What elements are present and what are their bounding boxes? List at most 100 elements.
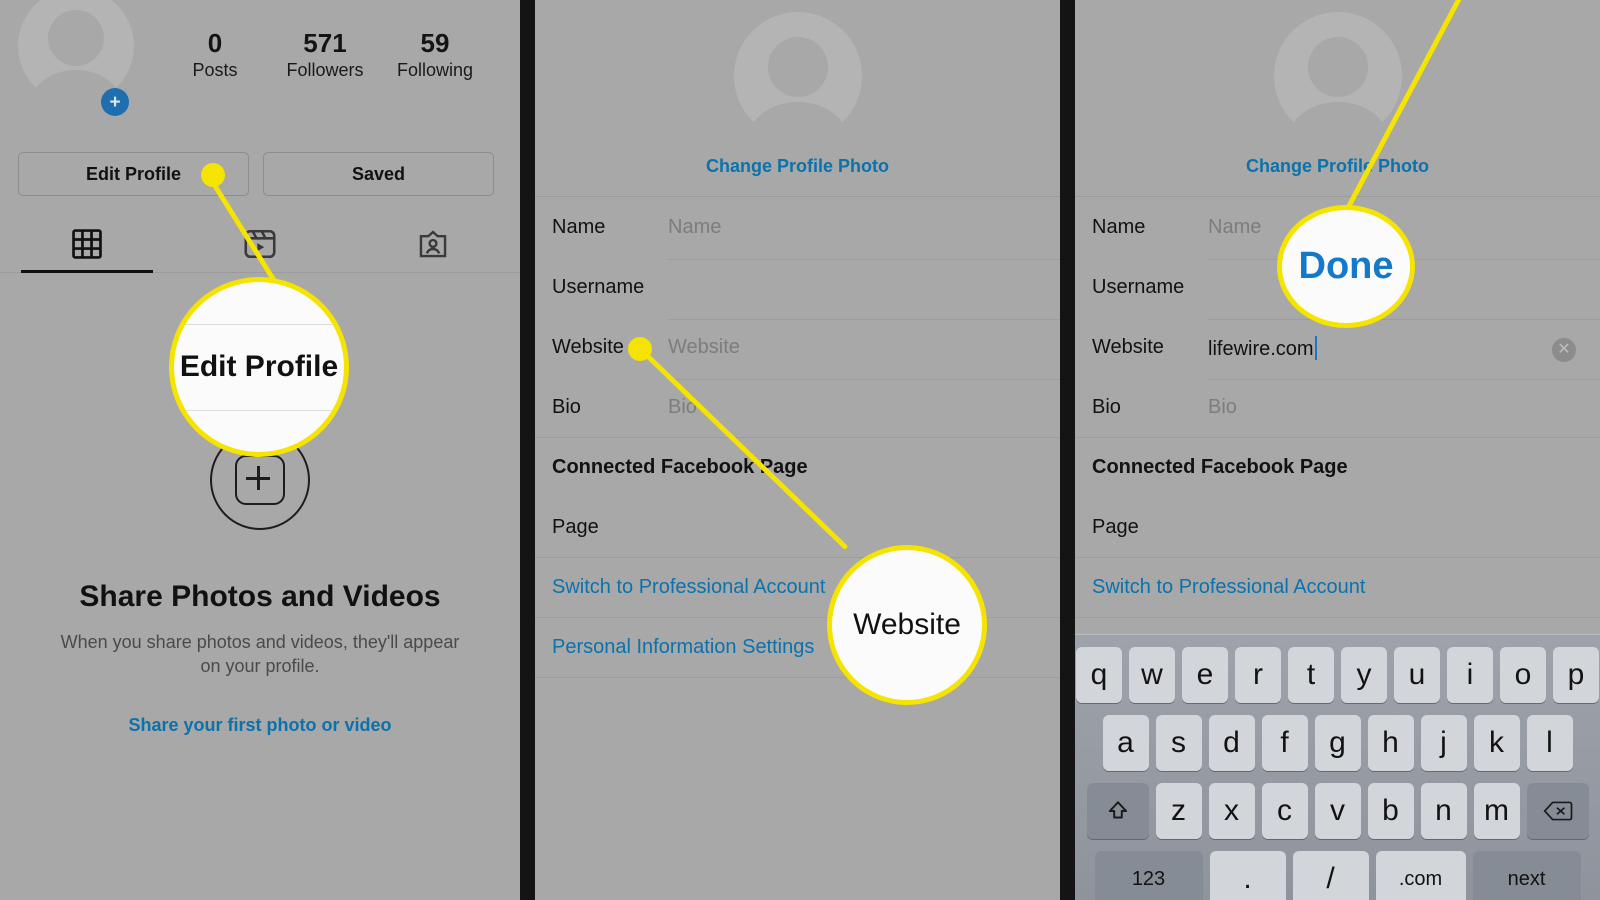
key-h[interactable]: h (1367, 715, 1414, 771)
callout-text: Done (1298, 245, 1394, 287)
stat-following-label: Following (396, 60, 474, 81)
field-value-bio: Bio (1208, 396, 1237, 418)
plus-square-icon (235, 455, 285, 505)
text-caret (1314, 336, 1317, 360)
stat-posts[interactable]: 0 Posts (160, 28, 270, 84)
switch-to-professional-account-link[interactable]: Switch to Professional Account (552, 576, 825, 599)
field-label-website: Website (1092, 336, 1164, 358)
profile-stats: 0 Posts 571 Followers 59 Following (160, 28, 490, 84)
key-y[interactable]: y (1341, 647, 1387, 703)
field-label-bio: Bio (552, 396, 581, 418)
key-l[interactable]: l (1526, 715, 1573, 771)
key-n[interactable]: n (1420, 783, 1467, 839)
backspace-icon[interactable] (1526, 783, 1589, 839)
saved-button[interactable]: Saved (263, 152, 494, 196)
field-row-bio[interactable]: Bio Bio (535, 380, 1060, 440)
field-label-username: Username (1092, 276, 1185, 298)
callout-text: Edit Profile (179, 350, 339, 383)
callout-edit-profile: Edit Profile (169, 277, 349, 457)
keyboard-row-3: zxcvbnm (1075, 783, 1600, 839)
avatar-head-icon (48, 10, 104, 66)
facebook-page-item[interactable]: Page (552, 516, 599, 539)
keyboard-row-1: qwertyuiop (1075, 647, 1600, 703)
key-f[interactable]: f (1261, 715, 1308, 771)
edit-profile-header: Change Profile Photo (1075, 0, 1600, 197)
facebook-page-item[interactable]: Page (1092, 516, 1139, 539)
key-slash[interactable]: / (1292, 851, 1369, 900)
key-x[interactable]: x (1208, 783, 1255, 839)
key-g[interactable]: g (1314, 715, 1361, 771)
key-period[interactable]: . (1209, 851, 1286, 900)
key-i[interactable]: i (1447, 647, 1493, 703)
key-p[interactable]: p (1553, 647, 1599, 703)
callout-anchor-dot (201, 163, 225, 187)
change-profile-photo-link[interactable]: Change Profile Photo (535, 156, 1060, 177)
field-row-website[interactable]: Website Website (535, 320, 1060, 380)
panel-divider (520, 0, 535, 900)
avatar[interactable] (733, 12, 862, 140)
stat-posts-label: Posts (192, 60, 238, 81)
change-profile-photo-link[interactable]: Change Profile Photo (1075, 156, 1600, 177)
profile-tabbar (0, 216, 520, 273)
profile-empty-state: Share Photos and Videos When you share p… (0, 430, 520, 736)
stat-following[interactable]: 59 Following (380, 29, 490, 84)
key-dotcom[interactable]: .com (1375, 851, 1466, 900)
field-value-name: Name (668, 216, 722, 238)
field-row-website[interactable]: Website lifewire.com ✕ (1075, 320, 1600, 380)
section-divider (1075, 437, 1600, 438)
key-numbers[interactable]: 123 (1094, 851, 1203, 900)
field-label-bio: Bio (1092, 396, 1121, 418)
avatar-head-icon (767, 37, 828, 97)
tagged-icon (420, 230, 447, 258)
key-r[interactable]: r (1235, 647, 1281, 703)
panel-divider (1060, 0, 1075, 900)
section-divider (535, 437, 1060, 438)
field-row-name[interactable]: Name Name (535, 200, 1060, 260)
avatar[interactable] (1273, 12, 1402, 140)
tab-grid[interactable] (0, 216, 173, 273)
key-k[interactable]: k (1473, 715, 1520, 771)
share-first-photo-link[interactable]: Share your first photo or video (0, 715, 520, 736)
key-q[interactable]: q (1076, 647, 1122, 703)
tab-tagged[interactable] (347, 216, 520, 272)
key-z[interactable]: z (1155, 783, 1202, 839)
avatar-body-icon (748, 102, 847, 140)
key-j[interactable]: j (1420, 715, 1467, 771)
field-value-website: Website (668, 336, 740, 358)
key-m[interactable]: m (1473, 783, 1520, 839)
field-label-name: Name (552, 216, 606, 238)
key-e[interactable]: e (1182, 647, 1228, 703)
shift-arrow-icon[interactable] (1086, 783, 1149, 839)
key-next[interactable]: next (1472, 851, 1581, 900)
stat-followers[interactable]: 571 Followers (270, 29, 380, 84)
field-label-username: Username (552, 276, 645, 298)
key-c[interactable]: c (1261, 783, 1308, 839)
section-divider (535, 557, 1060, 558)
key-s[interactable]: s (1155, 715, 1202, 771)
field-row-bio[interactable]: Bio Bio (1075, 380, 1600, 440)
key-a[interactable]: a (1102, 715, 1149, 771)
key-d[interactable]: d (1208, 715, 1255, 771)
callout-website: Website (827, 545, 987, 705)
callout-anchor-dot (628, 337, 652, 361)
switch-to-professional-account-link[interactable]: Switch to Professional Account (1092, 576, 1365, 599)
key-t[interactable]: t (1288, 647, 1334, 703)
empty-state-title: Share Photos and Videos (79, 580, 441, 613)
key-u[interactable]: u (1394, 647, 1440, 703)
panel-edit-profile-typing: Change Profile Photo Name Name Username … (1075, 0, 1600, 900)
avatar-body-icon (1288, 102, 1387, 140)
add-profile-photo-badge-icon[interactable]: + (101, 88, 129, 116)
key-b[interactable]: b (1367, 783, 1414, 839)
key-o[interactable]: o (1500, 647, 1546, 703)
key-v[interactable]: v (1314, 783, 1361, 839)
field-row-username[interactable]: Username (535, 260, 1060, 320)
field-value-website: lifewire.com (1208, 336, 1317, 361)
clear-x-icon[interactable]: ✕ (1552, 338, 1576, 362)
key-w[interactable]: w (1129, 647, 1175, 703)
screenshot-stage: + 0 Posts 571 Followers 59 Following Edi… (0, 0, 1600, 900)
connected-facebook-page-title: Connected Facebook Page (1092, 456, 1348, 478)
personal-information-settings-link[interactable]: Personal Information Settings (552, 636, 814, 659)
callout-done: Done (1277, 205, 1415, 328)
stat-posts-number: 0 (207, 28, 223, 58)
section-divider (535, 677, 1060, 678)
